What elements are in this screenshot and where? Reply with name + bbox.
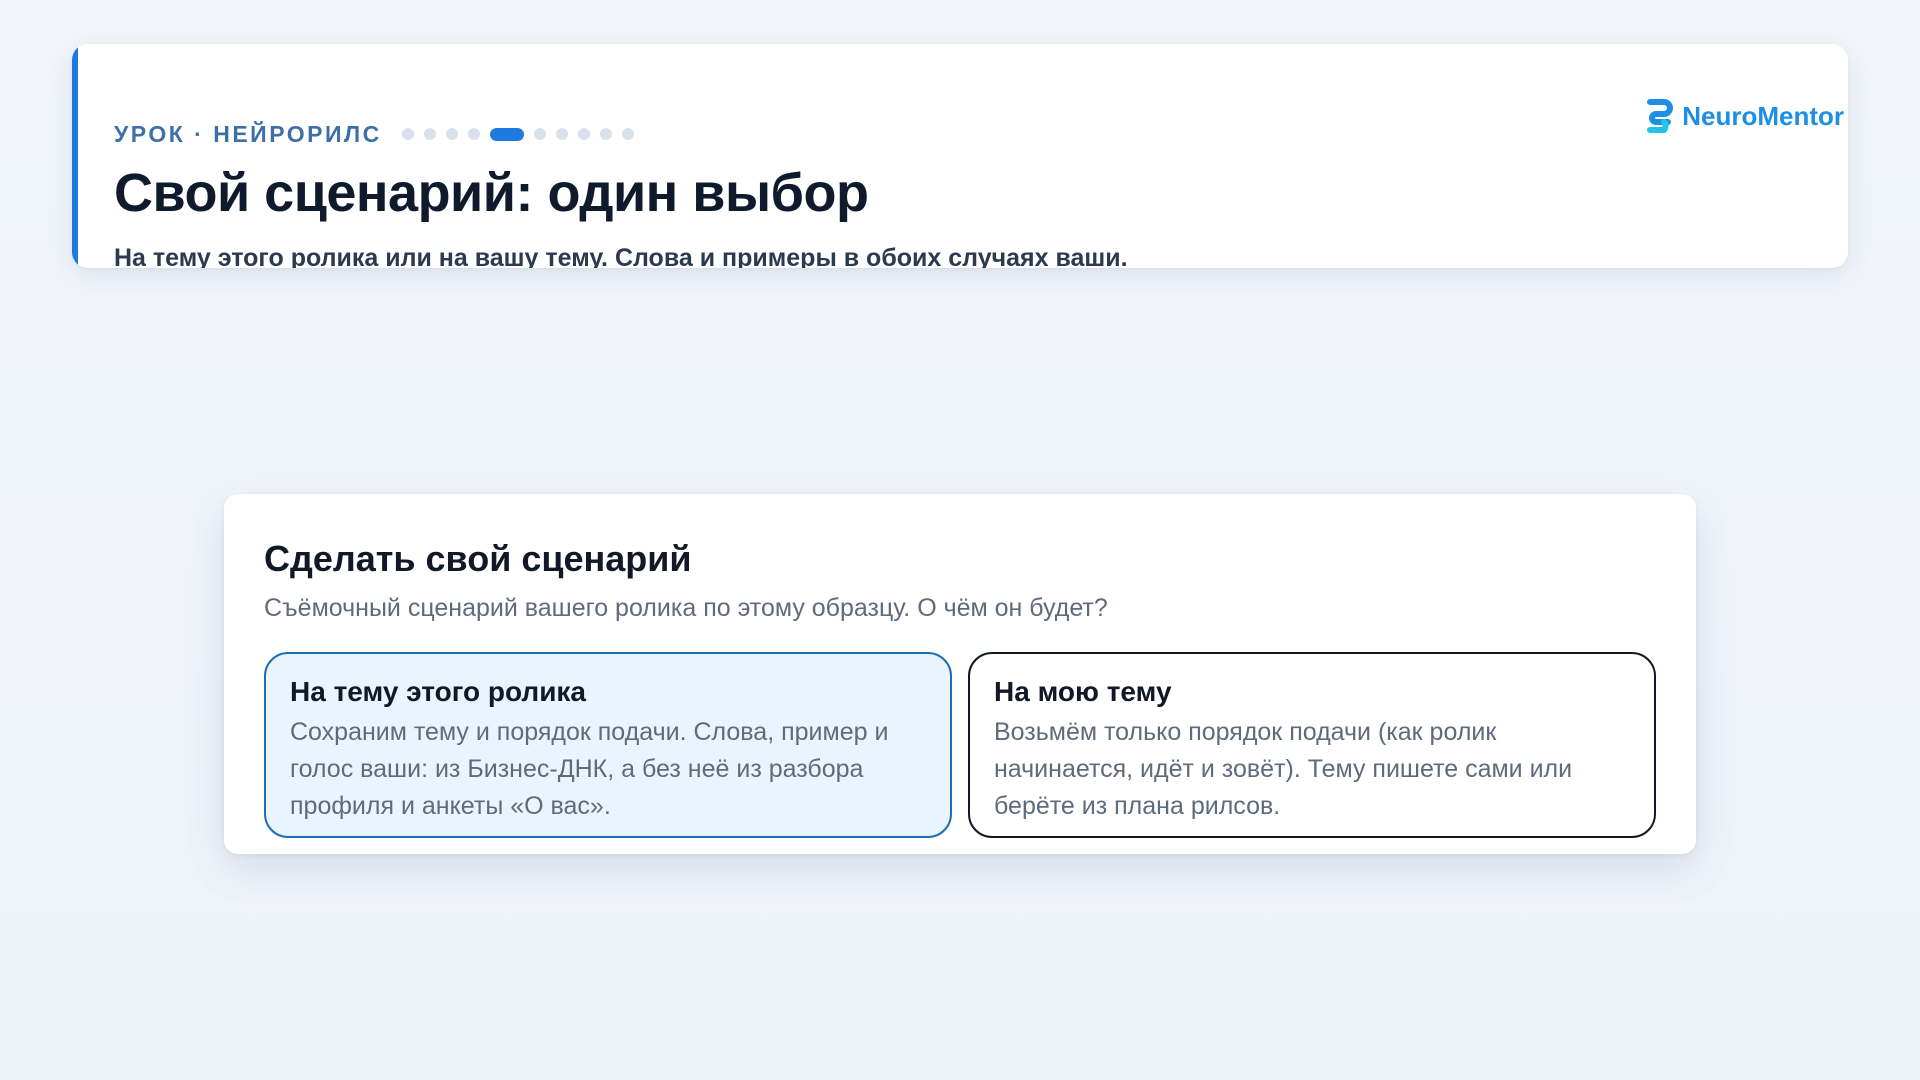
option-text: Сохраним тему и порядок подачи. Слова, п… xyxy=(290,718,889,820)
brand-name: NeuroMentor xyxy=(1682,100,1844,131)
option-my-topic[interactable]: На мою тему Возьмём только порядок подач… xyxy=(968,652,1656,838)
progress-dot[interactable] xyxy=(467,128,480,140)
lesson-progress-dots xyxy=(401,127,644,141)
lesson-label: УРОК · НЕЙРОРИЛС xyxy=(114,120,382,147)
progress-dot[interactable] xyxy=(423,128,436,140)
option-this-video-topic[interactable]: На тему этого ролика Сохраним тему и пор… xyxy=(264,652,952,838)
option-title: На мою тему xyxy=(994,676,1172,707)
accent-bar xyxy=(72,44,78,268)
progress-dot[interactable] xyxy=(401,128,414,140)
make-script-card: Сделать свой сценарий Съёмочный сценарий… xyxy=(224,494,1696,854)
progress-dot-current[interactable] xyxy=(489,127,524,141)
brand-logo[interactable]: NeuroMentor xyxy=(1644,98,1844,134)
option-text: Возьмём только порядок подачи (как ролик… xyxy=(994,718,1573,820)
progress-dot[interactable] xyxy=(621,128,634,140)
page-title: Свой сценарий: один выбор xyxy=(114,163,869,223)
progress-dot[interactable] xyxy=(533,128,546,140)
progress-dot[interactable] xyxy=(555,128,568,140)
option-title: На тему этого ролика xyxy=(290,676,586,707)
page-subtitle: На тему этого ролика или на вашу тему. С… xyxy=(114,244,1128,268)
lesson-row: УРОК · НЕЙРОРИЛС xyxy=(114,120,644,148)
neuromentor-logo-icon xyxy=(1647,99,1674,133)
progress-dot[interactable] xyxy=(445,128,458,140)
progress-dot[interactable] xyxy=(577,128,590,140)
choice-title: Сделать свой сценарий xyxy=(264,538,692,579)
lesson-header-card: УРОК · НЕЙРОРИЛС Свой сценарий: один выб… xyxy=(72,44,1848,268)
page: УРОК · НЕЙРОРИЛС Свой сценарий: один выб… xyxy=(0,0,1920,1080)
choice-description: Съёмочный сценарий вашего ролика по этом… xyxy=(264,594,1108,622)
progress-dot[interactable] xyxy=(599,128,612,140)
